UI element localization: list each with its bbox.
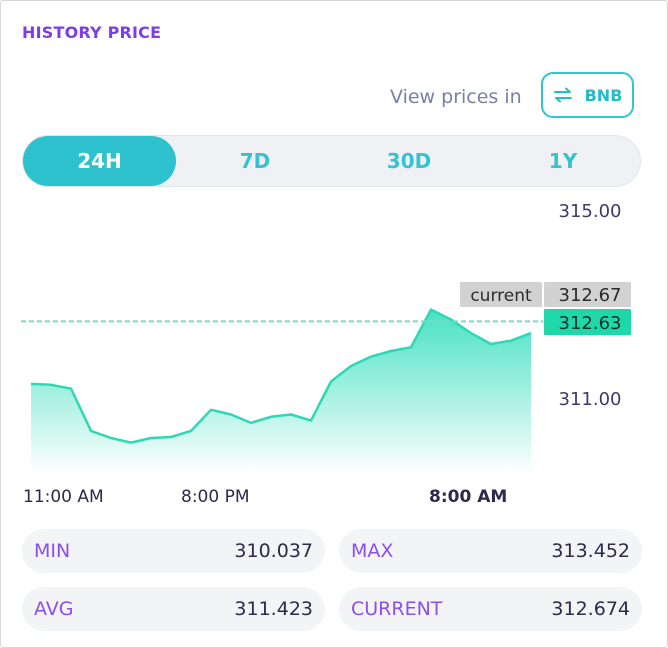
tab-30d[interactable]: 30D (332, 136, 486, 186)
view-prices-label: View prices in (390, 86, 522, 108)
y-tick-label: 311.00 (559, 389, 622, 410)
stat-max-label: MAX (351, 540, 394, 562)
swap-arrows-icon (553, 87, 573, 103)
stat-min: MIN 310.037 (22, 529, 325, 573)
currency-toggle-button[interactable]: BNB (541, 72, 634, 118)
tab-1y[interactable]: 1Y (486, 136, 640, 186)
stat-avg-label: AVG (34, 598, 74, 620)
stat-min-label: MIN (34, 540, 71, 562)
stat-current-value: 312.674 (551, 598, 630, 620)
x-tick-label: 11:00 AM (23, 487, 104, 507)
history-price-card: HISTORY PRICE View prices in BNB 24H 7D … (0, 0, 668, 648)
price-area (31, 309, 531, 471)
x-tick-label: 8:00 AM (429, 487, 507, 507)
period-tabs: 24H 7D 30D 1Y (22, 135, 641, 187)
section-title: HISTORY PRICE (22, 23, 162, 42)
stat-max: MAX 313.452 (339, 529, 642, 573)
tab-7d[interactable]: 7D (178, 136, 332, 186)
stat-avg-value: 311.423 (234, 598, 313, 620)
x-tick-label: 8:00 PM (181, 487, 250, 507)
current-label-text: current (470, 286, 532, 306)
stat-min-value: 310.037 (234, 540, 313, 562)
currency-label: BNB (584, 85, 623, 105)
stat-current-label: CURRENT (351, 598, 443, 620)
price-chart: 315.00 311.00 current 312.67 312.63 11:00 AM 8… (21, 201, 631, 507)
y-tick-label: 315.00 (559, 201, 622, 222)
stat-avg: AVG 311.423 (22, 587, 325, 631)
stat-current: CURRENT 312.674 (339, 587, 642, 631)
tab-24h[interactable]: 24H (23, 136, 176, 186)
reference-value-text: 312.63 (559, 313, 622, 334)
stat-max-value: 313.452 (551, 540, 630, 562)
current-value-text: 312.67 (559, 285, 622, 306)
